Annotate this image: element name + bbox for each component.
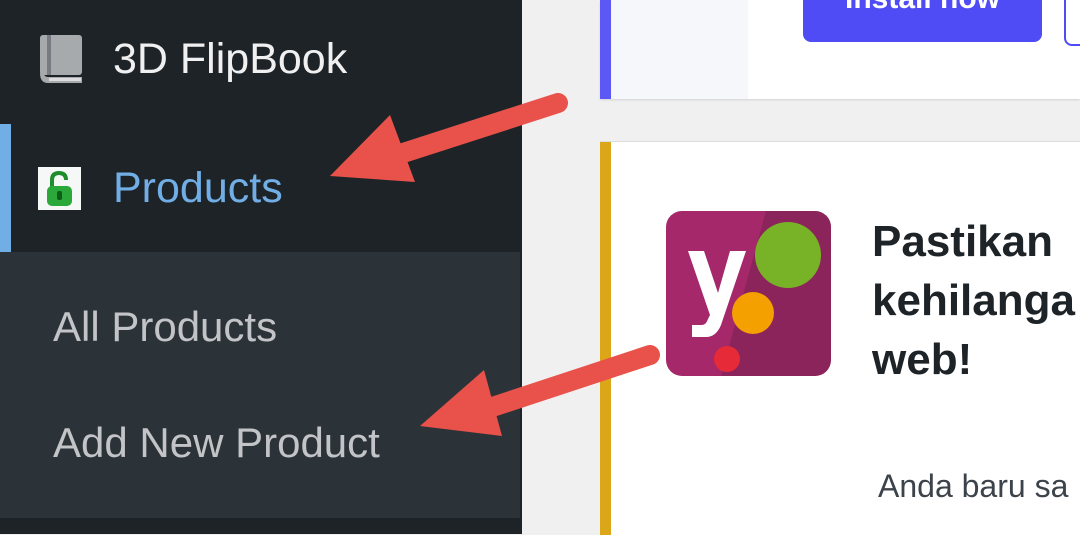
annotation-arrows — [330, 93, 660, 436]
arrow-to-add-new-icon — [420, 345, 660, 436]
arrow-to-products-icon — [330, 93, 568, 182]
